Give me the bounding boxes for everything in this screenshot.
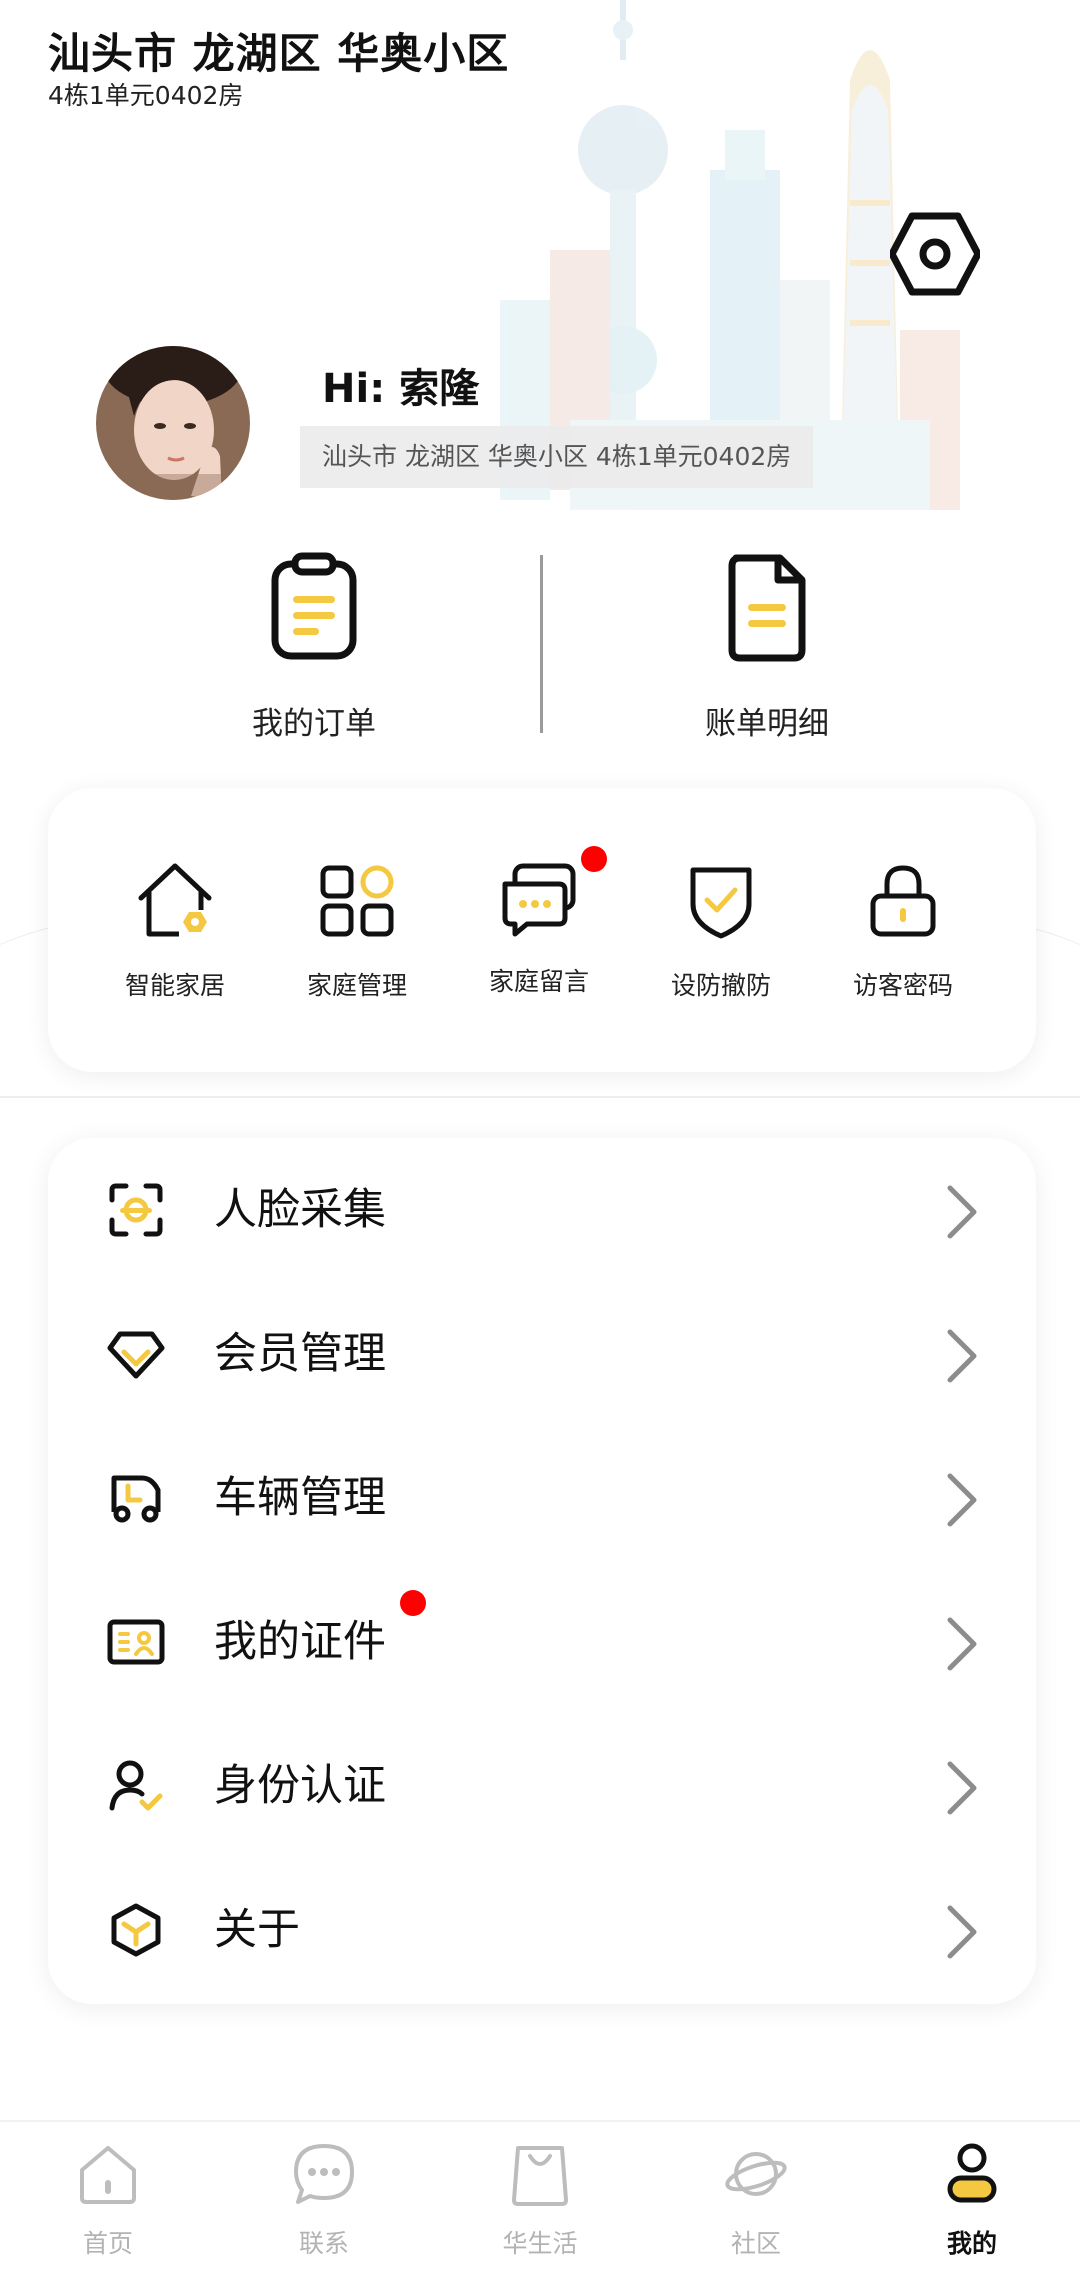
menu-item-identity-verification[interactable]: 身份认证: [48, 1714, 1036, 1858]
menu-item-label: 身份认证: [214, 1761, 386, 1811]
bill-details-label: 账单明细: [705, 706, 829, 742]
documents-badge: [400, 1590, 426, 1616]
family-messages-badge: [581, 846, 607, 872]
tool-visitor-password-label: 访客密码: [852, 971, 953, 1000]
tool-smart-home[interactable]: 智能家居: [84, 858, 266, 1002]
tool-family-management[interactable]: 家庭管理: [266, 858, 448, 1002]
tab-hua-life[interactable]: 华生活: [460, 2142, 620, 2260]
tool-smart-home-label: 智能家居: [124, 971, 225, 1000]
shield-icon: [690, 867, 752, 939]
document-icon: [728, 554, 806, 662]
menu-item-label: 人脸采集: [214, 1185, 386, 1235]
grid-icon: [320, 865, 394, 937]
menu-item-vehicles[interactable]: 车辆管理: [48, 1426, 1036, 1570]
tab-mine[interactable]: 我的: [892, 2142, 1052, 2260]
chevron-right-icon: [947, 1185, 977, 1239]
menu-item-face-capture[interactable]: 人脸采集: [48, 1138, 1036, 1282]
vehicle-icon: [111, 1475, 161, 1523]
chevron-right-icon: [947, 1329, 977, 1383]
user-address: 汕头市 龙湖区 华奥小区 4栋1单元0402房: [300, 426, 814, 488]
section-divider: [0, 1096, 1080, 1098]
tab-contact[interactable]: 联系: [244, 2142, 404, 2260]
settings-hex-icon[interactable]: [890, 212, 980, 296]
tab-community-label: 社区: [730, 2229, 781, 2258]
menu-item-label: 车辆管理: [214, 1473, 386, 1523]
smart-home-icon: [138, 863, 212, 937]
person-icon: [947, 2143, 997, 2203]
tab-home-label: 首页: [82, 2229, 133, 2258]
tool-arm-disarm-label: 设防撤防: [670, 971, 771, 1000]
tab-hua-life-label: 华生活: [502, 2229, 578, 2258]
menu-item-label: 关于: [214, 1905, 300, 1955]
chevron-right-icon: [947, 1761, 977, 1815]
user-verify-icon: [109, 1760, 163, 1811]
community-title: 汕头市 龙湖区 华奥小区: [48, 29, 510, 78]
tool-family-messages-label: 家庭留言: [488, 967, 589, 996]
quick-actions-divider: [540, 555, 543, 733]
tool-arm-disarm[interactable]: 设防撤防: [630, 858, 812, 1002]
avatar[interactable]: [96, 346, 250, 500]
chevron-right-icon: [947, 1473, 977, 1527]
my-orders-button[interactable]: 我的订单: [164, 552, 464, 742]
chevron-right-icon: [947, 1905, 977, 1959]
diamond-icon: [107, 1331, 165, 1379]
unit-subtitle: 4栋1单元0402房: [48, 81, 244, 110]
menu-item-my-documents[interactable]: 我的证件: [48, 1570, 1036, 1714]
shopping-bag-icon: [512, 2146, 568, 2206]
clipboard-icon: [271, 552, 357, 660]
tab-community[interactable]: 社区: [676, 2142, 836, 2260]
tab-contact-label: 联系: [298, 2229, 349, 2258]
chat-icon: [294, 2144, 354, 2204]
tab-mine-label: 我的: [946, 2229, 997, 2258]
bill-details-button[interactable]: 账单明细: [617, 552, 917, 742]
chevron-right-icon: [947, 1617, 977, 1671]
menu-item-membership[interactable]: 会员管理: [48, 1282, 1036, 1426]
menu-item-label: 我的证件: [214, 1617, 386, 1667]
tool-family-management-label: 家庭管理: [306, 971, 407, 1000]
user-greeting: Hi: 索隆: [322, 366, 480, 412]
message-icon: [502, 863, 576, 937]
tool-visitor-password[interactable]: 访客密码: [812, 858, 994, 1002]
cube-icon: [111, 1903, 161, 1957]
lock-icon: [870, 865, 936, 937]
menu-item-about[interactable]: 关于: [48, 1858, 1036, 2002]
planet-icon: [725, 2152, 787, 2196]
face-scan-icon: [109, 1183, 163, 1237]
tab-home[interactable]: 首页: [28, 2142, 188, 2260]
menu-item-label: 会员管理: [214, 1329, 386, 1379]
home-icon: [80, 2146, 136, 2204]
id-card-icon: [107, 1619, 165, 1665]
my-orders-label: 我的订单: [252, 706, 376, 742]
tool-family-messages[interactable]: 家庭留言: [448, 846, 630, 998]
